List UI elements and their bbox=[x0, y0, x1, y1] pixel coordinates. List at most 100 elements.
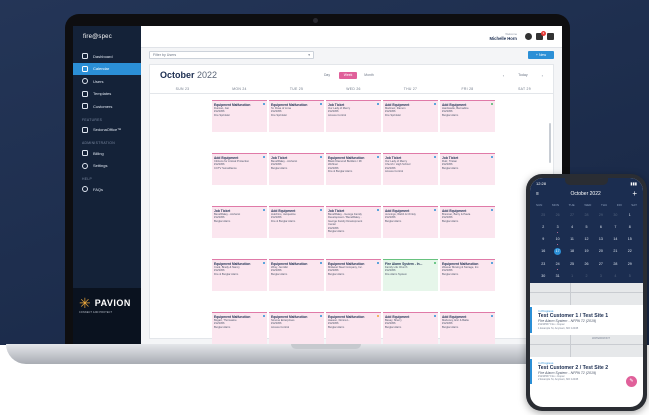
phone-date[interactable]: 5 bbox=[623, 273, 637, 279]
day-cell[interactable] bbox=[154, 206, 211, 246]
event-card[interactable]: Add Equipment Mahoney, Eric & Bailie #1234… bbox=[440, 312, 495, 344]
event-card[interactable]: Equipment Malfunction Cook, Brady & Nancy… bbox=[212, 259, 267, 291]
event-card[interactable]: Equipment Malfunction Wray, Jennifer #1234… bbox=[269, 259, 324, 291]
day-cell[interactable] bbox=[496, 100, 553, 140]
phone-date[interactable]: 27 bbox=[594, 261, 608, 267]
phone-date[interactable]: 29 bbox=[623, 261, 637, 267]
day-cell[interactable]: Equipment Malfunction St. Rose of Lima #12… bbox=[268, 100, 325, 140]
phone-date[interactable]: 25 bbox=[536, 212, 550, 218]
phone-date[interactable]: 18 bbox=[565, 248, 579, 254]
event-card[interactable]: Job Ticket BenefRaley - George Family Deve… bbox=[326, 206, 381, 238]
day-cell[interactable]: Fire Alarm System - In... Family Life Chu… bbox=[382, 259, 439, 299]
map-thumbnail[interactable] bbox=[530, 283, 643, 305]
sidebar-item[interactable]: Customers bbox=[73, 100, 141, 113]
sidebar-item[interactable]: FAQs bbox=[73, 183, 141, 196]
day-cell[interactable]: Job Ticket BenefRaley - George Family Deve… bbox=[325, 206, 382, 246]
event-card[interactable]: Equipment Malfunction Hasson, Donna L. #12… bbox=[326, 312, 381, 344]
job-card[interactable]: In Progress Test Customer 1 / Test Site … bbox=[530, 307, 643, 333]
event-card[interactable]: Job Ticket BenefRaley - Amherst #123456 Bur… bbox=[212, 206, 267, 238]
event-card[interactable]: Add Equipment Citizens for Animal Protect… bbox=[212, 153, 267, 185]
sidebar-item[interactable]: Users bbox=[73, 75, 141, 88]
event-card[interactable]: Job Ticket Our Lady of Mercy Church / High… bbox=[383, 153, 438, 185]
phone-date[interactable]: 30 bbox=[608, 212, 622, 218]
sidebar-item[interactable]: Calendar bbox=[73, 62, 141, 75]
event-card[interactable]: Equipment Malfunction Midwest Steel Compa… bbox=[326, 259, 381, 291]
event-card[interactable]: Job Ticket Our Lady of Mercy #123456 Access… bbox=[326, 100, 381, 132]
event-card[interactable]: Equipment Malfunction Duncan, Jan #123456 F… bbox=[212, 100, 267, 132]
next-week-button[interactable]: › bbox=[542, 73, 543, 78]
event-card[interactable]: Equipment Malfunction Simone Enterprises #… bbox=[269, 312, 324, 344]
day-cell[interactable]: Equipment Malfunction Bogart, Thomasine #1… bbox=[211, 312, 268, 344]
phone-date[interactable]: 28 bbox=[608, 261, 622, 267]
map-thumbnail[interactable]: WATERFRONT bbox=[530, 334, 643, 357]
sidebar-item[interactable]: Settings bbox=[73, 160, 141, 173]
app-logo[interactable]: fire@spec bbox=[73, 26, 141, 50]
event-card[interactable]: Job Ticket Ruiz, Tristan #123456 Burglar Al… bbox=[440, 153, 495, 185]
day-cell[interactable]: Equipment Malfunction Black Diamond Build… bbox=[325, 153, 382, 193]
day-cell[interactable]: Add Equipment Martinez, Ramon #123456 Fire … bbox=[382, 100, 439, 140]
phone-date[interactable]: 22 bbox=[623, 248, 637, 254]
user-filter-select[interactable]: Filter by Users ▾ bbox=[149, 51, 314, 59]
phone-date[interactable]: 12 bbox=[579, 236, 593, 242]
day-cell[interactable]: Equipment Malfunction Midwest Steel Compa… bbox=[325, 259, 382, 299]
today-button[interactable]: Today bbox=[518, 73, 528, 77]
phone-date[interactable]: 3 bbox=[550, 224, 564, 233]
phone-date[interactable]: 20 bbox=[594, 248, 608, 254]
day-cell[interactable] bbox=[154, 153, 211, 193]
phone-date[interactable]: 9 bbox=[536, 236, 550, 242]
phone-date[interactable]: 21 bbox=[608, 248, 622, 254]
phone-date[interactable]: 16 bbox=[536, 248, 550, 254]
day-cell[interactable] bbox=[154, 100, 211, 140]
event-card[interactable]: Add Equipment Besay, Sherry #123456 Burglar… bbox=[383, 312, 438, 344]
sidebar-item[interactable]: Billing bbox=[73, 147, 141, 160]
phone-date[interactable]: 6 bbox=[594, 224, 608, 230]
event-card[interactable]: Add Equipment Martinez, Ramon #123456 Fire … bbox=[383, 100, 438, 132]
event-card[interactable]: Equipment Malfunction St. Rose of Lima #12… bbox=[269, 100, 324, 132]
event-card[interactable]: Add Equipment Hutchins, Jacqueline #123456… bbox=[269, 206, 324, 238]
phone-date[interactable]: 25 bbox=[565, 261, 579, 267]
event-card[interactable]: Job Ticket BenefRaley - Amherst #123456 Bur… bbox=[269, 153, 324, 185]
phone-date[interactable]: 1 bbox=[623, 212, 637, 218]
sidebar-item[interactable]: Templates bbox=[73, 88, 141, 101]
event-card[interactable]: Add Equipment Jennings, Webb & Christy #12… bbox=[383, 206, 438, 238]
notifications-icon[interactable]: 3 bbox=[536, 31, 546, 40]
phone-date[interactable]: 11 bbox=[565, 236, 579, 242]
phone-date[interactable]: 2 bbox=[579, 273, 593, 279]
day-cell[interactable]: Equipment Malfunction Cook, Brady & Nancy… bbox=[211, 259, 268, 299]
phone-date[interactable]: 26 bbox=[550, 212, 564, 218]
phone-date[interactable]: 14 bbox=[608, 236, 622, 242]
day-cell[interactable]: Add Equipment Besay, Sherry #123456 Burglar… bbox=[382, 312, 439, 344]
phone-date[interactable]: 1 bbox=[565, 273, 579, 279]
chat-fab-button[interactable]: ✎ bbox=[626, 376, 637, 387]
phone-date[interactable]: 13 bbox=[594, 236, 608, 242]
sidebar-item[interactable]: SedonaOffice™ bbox=[73, 124, 141, 137]
day-cell[interactable]: Equipment Malfunction Simone Enterprises #… bbox=[268, 312, 325, 344]
day-cell[interactable]: Add Equipment Brennan, Barry & Paula #1234… bbox=[439, 206, 496, 246]
view-tab[interactable]: Week bbox=[339, 71, 357, 79]
phone-date[interactable]: 27 bbox=[565, 212, 579, 218]
phone-date[interactable]: 30 bbox=[536, 273, 550, 279]
phone-date[interactable]: 31 bbox=[550, 273, 564, 279]
event-card[interactable]: Equipment Malfunction Bogart, Thomasine #1… bbox=[212, 312, 267, 344]
day-cell[interactable]: Equipment Malfunction Duncan, Jan #123456 F… bbox=[211, 100, 268, 140]
phone-date[interactable]: 19 bbox=[579, 248, 593, 254]
phone-date[interactable]: 15 bbox=[623, 236, 637, 242]
day-cell[interactable]: Add Equipment Hutchins, Jacqueline #123456… bbox=[268, 206, 325, 246]
sidebar-item[interactable]: Dashboard bbox=[73, 50, 141, 63]
phone-date[interactable]: 3 bbox=[594, 273, 608, 279]
phone-date[interactable]: 23 bbox=[536, 261, 550, 267]
phone-date[interactable]: 28 bbox=[579, 212, 593, 218]
new-button[interactable]: + New bbox=[528, 51, 554, 59]
day-cell[interactable]: Job Ticket Our Lady of Mercy Church / High… bbox=[382, 153, 439, 193]
event-card[interactable]: Fire Alarm System - In... Family Life Chu… bbox=[383, 259, 438, 291]
day-cell[interactable]: Job Ticket Our Lady of Mercy #123456 Access… bbox=[325, 100, 382, 140]
calendar-scrollbar[interactable] bbox=[549, 123, 551, 163]
phone-date[interactable]: 26 bbox=[579, 261, 593, 267]
phone-date[interactable]: 7 bbox=[608, 224, 622, 230]
phone-date[interactable]: 2 bbox=[536, 224, 550, 230]
day-cell[interactable]: Job Ticket BenefRaley - Amherst #123456 Bur… bbox=[268, 153, 325, 193]
day-cell[interactable]: Job Ticket Ruiz, Tristan #123456 Burglar Al… bbox=[439, 153, 496, 193]
phone-date[interactable]: 29 bbox=[594, 212, 608, 218]
add-icon[interactable]: + bbox=[632, 190, 637, 198]
user-block[interactable]: Welcome Michelle Horn bbox=[490, 32, 517, 41]
